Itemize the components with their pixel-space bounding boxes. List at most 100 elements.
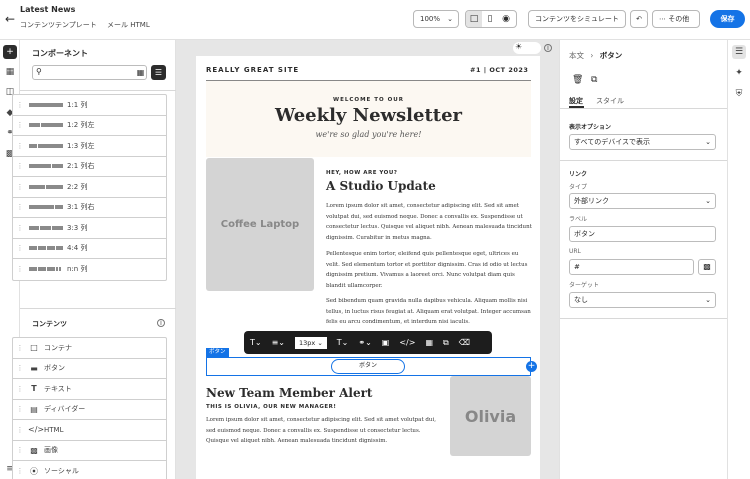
shield-icon[interactable]: ⛨ xyxy=(732,87,746,101)
undo-icon[interactable]: ↶ xyxy=(630,10,648,28)
content-item-text[interactable]: ⋮ T テキスト xyxy=(13,379,166,400)
breadcrumb: コンテンツテンプレート メール HTML xyxy=(20,20,158,30)
text-style-icon[interactable]: T⌄ xyxy=(250,338,262,347)
drag-handle-icon[interactable]: ⋮ xyxy=(15,467,25,475)
search-input[interactable]: ⚲ xyxy=(32,65,147,80)
structure-item-3-3[interactable]: ⋮ 3:3 列 xyxy=(13,218,166,239)
drag-handle-icon[interactable]: ⋮ xyxy=(15,385,25,393)
label-label: ラベル xyxy=(569,216,588,223)
desktop-icon[interactable]: □ xyxy=(466,11,482,27)
page-title: Latest News xyxy=(20,5,76,14)
duplicate-icon[interactable]: ⧉ xyxy=(591,75,597,85)
tab-style[interactable]: スタイル xyxy=(596,96,624,106)
drag-handle-icon[interactable]: ⋮ xyxy=(15,183,25,191)
target-label: ターゲット xyxy=(569,282,600,289)
drag-handle-icon[interactable]: ⋮ xyxy=(15,265,25,273)
content-item-social[interactable]: ⋮ ⦿ ソーシャル xyxy=(13,461,166,479)
content-item-html[interactable]: ⋮ </> HTML xyxy=(13,420,166,441)
save-fragment-icon[interactable]: ▣ xyxy=(382,338,390,347)
align-icon[interactable]: ≡⌄ xyxy=(272,338,285,347)
drag-handle-icon[interactable]: ⋮ xyxy=(15,344,25,352)
structure-item-2-2[interactable]: ⋮ 2:2 列 xyxy=(13,177,166,198)
more-button[interactable]: ⋯ その他 xyxy=(652,10,700,28)
drag-handle-icon[interactable]: ⋮ xyxy=(15,121,25,129)
duplicate-icon[interactable]: ⧉ xyxy=(443,338,449,348)
email-cta-button[interactable]: ボタン xyxy=(331,359,405,374)
target-select[interactable]: なし ⌄ xyxy=(569,292,716,308)
magic-wand-icon[interactable]: ✦ xyxy=(732,66,746,80)
content-item-image[interactable]: ⋮ ▩ 画像 xyxy=(13,441,166,461)
issue-label: #1 | OCT 2023 xyxy=(470,66,529,74)
structure-item-3-1[interactable]: ⋮ 3:1 列右 xyxy=(13,198,166,218)
display-options-select[interactable]: すべてのデバイスで表示 ⌄ xyxy=(569,134,716,150)
link-icon[interactable]: ⚭⌄ xyxy=(358,338,371,347)
drag-handle-icon[interactable]: ⋮ xyxy=(15,364,25,372)
content-item-container[interactable]: ⋮ □ コンテナ xyxy=(13,338,166,359)
personalize-icon[interactable]: ▦ xyxy=(425,338,433,347)
right-rail xyxy=(727,40,750,479)
drag-handle-icon[interactable]: ⋮ xyxy=(15,203,25,211)
font-size-field[interactable]: 13px ⌄ xyxy=(295,336,327,349)
preview-eye-icon[interactable]: ◉ xyxy=(498,11,514,27)
zoom-value: 100% xyxy=(420,15,441,23)
simulate-button[interactable]: コンテンツをシミュレート xyxy=(528,10,626,28)
structure-list: ⋮ 1:1 列 ⋮ 1:2 列左 ⋮ 1:3 列左 ⋮ 2:1 列右 ⋮ 2:2 列 ⋮ 3… xyxy=(12,94,167,281)
image-placeholder-coffee[interactable]: Coffee Laptop xyxy=(206,158,314,291)
structure-item-n-n[interactable]: ⋮ n:n 列 xyxy=(13,259,166,280)
url-picker-icon[interactable]: ▩ xyxy=(698,259,716,275)
chevron-down-icon: ⌄ xyxy=(705,296,711,304)
button-icon: ▬ xyxy=(30,363,38,373)
breadcrumb-item-email: メール HTML xyxy=(107,21,150,29)
back-arrow-icon[interactable]: ← xyxy=(3,12,17,26)
structure-item-1-1[interactable]: ⋮ 1:1 列 xyxy=(13,95,166,116)
layout-icon[interactable]: ▦ xyxy=(3,65,17,79)
mobile-icon[interactable]: ▯ xyxy=(482,11,498,27)
content-item-divider[interactable]: ⋮ ▤ ディバイダー xyxy=(13,400,166,420)
structure-item-4-4[interactable]: ⋮ 4:4 列 xyxy=(13,239,166,259)
url-input[interactable]: # xyxy=(569,259,694,275)
drag-handle-icon[interactable]: ⋮ xyxy=(15,244,25,252)
structure-item-1-3[interactable]: ⋮ 1:3 列左 xyxy=(13,136,166,157)
drag-handle-icon[interactable]: ⋮ xyxy=(15,101,25,109)
trash-icon[interactable]: 🗑 xyxy=(572,75,583,85)
grid-view-icon[interactable]: ▦ xyxy=(133,65,148,80)
label-input[interactable]: ボタン xyxy=(569,226,716,242)
image-placeholder-olivia[interactable]: Olivia xyxy=(450,376,531,456)
breadcrumb-item-template[interactable]: コンテンツテンプレート xyxy=(20,21,97,29)
structure-label: 3:3 列 xyxy=(67,223,88,232)
code-icon[interactable]: </> xyxy=(399,338,415,347)
drag-handle-icon[interactable]: ⋮ xyxy=(15,426,25,434)
zoom-select[interactable]: 100% ⌄ xyxy=(413,10,459,28)
info-icon[interactable]: i xyxy=(157,319,165,327)
list-view-icon[interactable]: ☰ xyxy=(151,65,166,80)
newsletter-subtitle: we're so glad you're here! xyxy=(315,130,422,139)
more-icon: ⋯ xyxy=(659,15,666,23)
link-type-select[interactable]: 外部リンク ⌄ xyxy=(569,193,716,209)
info-icon[interactable]: i xyxy=(544,44,552,52)
breadcrumb-root[interactable]: 本文 xyxy=(569,51,584,60)
content-label: テキスト xyxy=(44,384,72,393)
drag-handle-icon[interactable]: ⋮ xyxy=(15,224,25,232)
drag-handle-icon[interactable]: ⋮ xyxy=(15,446,25,454)
properties-icon[interactable]: ☰ xyxy=(732,45,746,59)
display-options-label: 表示オプション xyxy=(569,124,612,131)
delete-icon[interactable]: ⌫ xyxy=(459,338,470,347)
chevron-down-icon: ⌄ xyxy=(705,197,711,205)
add-icon[interactable]: + xyxy=(3,45,17,59)
drag-handle-icon[interactable]: ⋮ xyxy=(15,405,25,413)
structure-item-1-2[interactable]: ⋮ 1:2 列左 xyxy=(13,116,166,136)
paragraph: Lorem ipsum dolor sit amet, consectetur … xyxy=(326,203,532,241)
panel-title: コンポーネント xyxy=(32,49,88,58)
drag-handle-icon[interactable]: ⋮ xyxy=(15,162,25,170)
tab-settings[interactable]: 設定 xyxy=(569,96,583,106)
divider-icon: ▤ xyxy=(30,404,38,414)
drag-handle-icon[interactable]: ⋮ xyxy=(15,142,25,150)
structure-item-2-1[interactable]: ⋮ 2:1 列右 xyxy=(13,157,166,177)
text-color-icon[interactable]: T⌄ xyxy=(337,338,349,347)
add-component-icon[interactable]: + xyxy=(526,361,537,372)
content-item-button[interactable]: ⋮ ▬ ボタン xyxy=(13,359,166,379)
content-list: ⋮ □ コンテナ ⋮ ▬ ボタン ⋮ T テキスト ⋮ ▤ ディバイダー ⋮ </> HTML ⋮ ▩… xyxy=(12,337,167,479)
code-icon: </> xyxy=(28,425,45,435)
theme-toggle[interactable]: ☀ xyxy=(513,42,541,54)
save-button[interactable]: 保存 xyxy=(710,10,745,28)
